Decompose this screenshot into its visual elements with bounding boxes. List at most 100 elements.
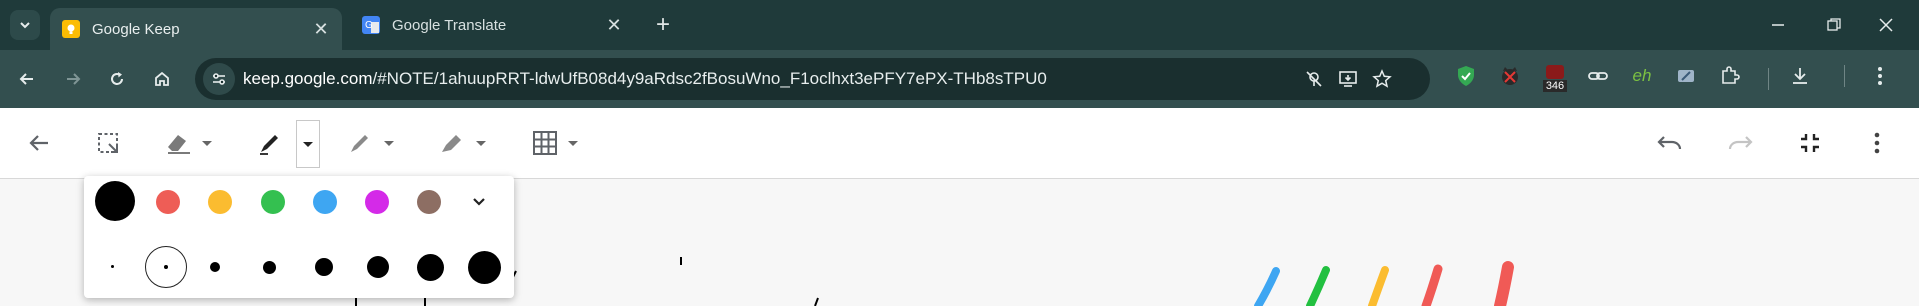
chevron-down-icon	[20, 22, 30, 29]
home-icon	[155, 71, 169, 86]
color-swatch-blue[interactable]	[313, 190, 337, 214]
lasso-select-tool[interactable]	[96, 126, 120, 160]
color-swatch-brown[interactable]	[417, 190, 441, 214]
back-button[interactable]	[26, 126, 52, 160]
close-icon[interactable]: ✕	[308, 16, 334, 42]
color-swatch-purple[interactable]	[365, 190, 389, 214]
grid-icon	[533, 131, 557, 155]
pen-extension-icon[interactable]	[1672, 62, 1700, 90]
browser-menu-icon[interactable]	[1866, 62, 1894, 90]
address-bar[interactable]: keep.google.com/#NOTE/1ahuupRRT-ldwUfB08…	[195, 58, 1430, 100]
drawing-toolbar	[0, 108, 1919, 179]
tab-google-translate[interactable]: G Google Translate ✕	[350, 7, 635, 43]
shield-extension-icon[interactable]	[1452, 62, 1480, 90]
size-option-8[interactable]	[468, 251, 501, 284]
chevron-down-icon	[303, 141, 313, 147]
size-option-6[interactable]	[367, 256, 389, 278]
minimize-button[interactable]	[1758, 8, 1798, 42]
size-option-5[interactable]	[315, 258, 333, 276]
url-host: keep.google.com	[243, 69, 373, 88]
ublock-extension[interactable]: 346	[1540, 58, 1570, 98]
close-window-button[interactable]	[1866, 8, 1906, 42]
more-colors-button[interactable]	[469, 192, 489, 212]
google-keep-icon	[62, 20, 80, 38]
redo-icon	[1728, 136, 1753, 150]
restore-icon	[1827, 18, 1841, 31]
size-option-1[interactable]	[111, 265, 114, 268]
chevron-down-icon[interactable]	[476, 140, 486, 146]
tab-strip: Google Keep ✕ G Google Translate ✕ +	[0, 0, 1919, 50]
new-tab-button[interactable]: +	[648, 10, 678, 40]
tracking-protection-icon[interactable]	[1301, 66, 1327, 92]
cat-extension-icon[interactable]	[1496, 62, 1524, 90]
google-translate-icon: G	[362, 16, 380, 34]
color-swatch-black[interactable]	[95, 181, 135, 221]
badge-shield-icon	[1546, 65, 1564, 79]
marker-tool[interactable]	[346, 126, 394, 160]
site-info-button[interactable]	[203, 63, 235, 95]
link-extension-icon[interactable]	[1584, 62, 1612, 90]
back-arrow-icon	[19, 73, 33, 85]
marker-icon	[351, 135, 368, 152]
undo-icon	[1657, 136, 1682, 150]
size-dot	[163, 264, 168, 269]
install-app-icon[interactable]	[1335, 66, 1361, 92]
plus-icon: +	[655, 11, 670, 38]
downloads-icon[interactable]	[1786, 62, 1814, 90]
bookmark-star-icon[interactable]	[1369, 66, 1395, 92]
tune-icon	[213, 73, 225, 85]
chevron-down-icon[interactable]	[202, 140, 212, 146]
tab-title: Google Translate	[392, 16, 507, 34]
chevron-down-icon[interactable]	[384, 140, 394, 146]
minimize-icon	[1772, 24, 1784, 26]
size-option-7[interactable]	[417, 254, 444, 281]
close-icon	[1879, 18, 1893, 32]
size-option-2-selected[interactable]	[145, 246, 187, 288]
color-swatch-red[interactable]	[156, 190, 180, 214]
tab-search-button[interactable]	[10, 10, 40, 40]
divider-icon	[1830, 62, 1858, 90]
eraser-tool[interactable]	[164, 126, 212, 160]
back-button[interactable]	[10, 62, 44, 96]
url-text[interactable]: keep.google.com/#NOTE/1ahuupRRT-ldwUfB08…	[243, 69, 1047, 89]
grid-tool[interactable]	[532, 126, 578, 160]
color-swatch-yellow[interactable]	[208, 190, 232, 214]
highlighter-tool[interactable]	[438, 126, 486, 160]
more-options-button[interactable]	[1874, 126, 1880, 160]
color-swatch-green[interactable]	[261, 190, 285, 214]
svg-text:G: G	[365, 20, 373, 31]
pen-tool[interactable]	[256, 126, 284, 160]
tab-title: Google Keep	[92, 20, 180, 38]
extensions-puzzle-icon[interactable]	[1716, 62, 1744, 90]
undo-button[interactable]	[1656, 126, 1684, 160]
toolbar-divider	[1768, 68, 1769, 90]
exit-fullscreen-icon	[1801, 134, 1819, 152]
forward-button[interactable]	[56, 62, 90, 96]
close-icon[interactable]: ✕	[601, 12, 627, 38]
eh-extension-label: eh	[1632, 66, 1652, 85]
pen-options-toggle[interactable]	[296, 120, 320, 168]
size-option-4[interactable]	[263, 261, 276, 274]
tab-google-keep[interactable]: Google Keep ✕	[50, 8, 342, 50]
reload-icon	[111, 72, 123, 85]
restore-button[interactable]	[1814, 8, 1854, 42]
pen-options-popup	[84, 176, 514, 298]
browser-toolbar: keep.google.com/#NOTE/1ahuupRRT-ldwUfB08…	[0, 50, 1919, 108]
more-vert-icon	[1874, 132, 1880, 154]
pen-icon	[260, 135, 278, 155]
forward-arrow-icon	[67, 73, 81, 85]
chevron-down-icon	[473, 198, 485, 206]
highlighter-icon	[442, 135, 461, 152]
reload-button[interactable]	[100, 62, 134, 96]
redo-button[interactable]	[1726, 126, 1754, 160]
lasso-select-icon	[98, 133, 118, 153]
home-button[interactable]	[145, 62, 179, 96]
back-arrow-icon	[29, 135, 48, 151]
eh-extension[interactable]: eh	[1628, 62, 1656, 90]
url-path: /#NOTE/1ahuupRRT-ldwUfB08d4y9aRdsc2fBosu…	[372, 69, 1047, 88]
exit-fullscreen-button[interactable]	[1798, 126, 1822, 160]
eraser-icon	[168, 135, 190, 154]
chevron-down-icon[interactable]	[568, 140, 578, 146]
extension-badge-count: 346	[1542, 80, 1568, 92]
size-option-3[interactable]	[210, 262, 220, 272]
